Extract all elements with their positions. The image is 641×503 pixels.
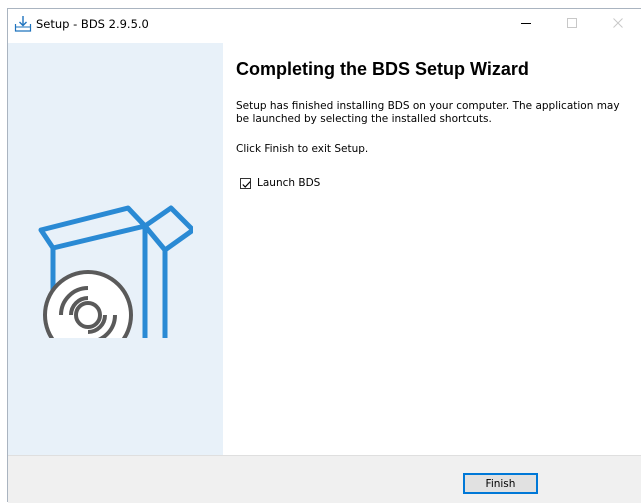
software-box-icon: [38, 205, 193, 338]
page-title: Completing the BDS Setup Wizard: [236, 59, 529, 79]
checkmark-icon: [242, 180, 251, 188]
wizard-banner: [8, 43, 223, 455]
maximize-icon: [566, 17, 578, 32]
minimize-button[interactable]: [503, 9, 549, 39]
window-title: Setup - BDS 2.9.5.0: [36, 17, 149, 31]
launch-bds-checkbox-row[interactable]: Launch BDS: [240, 177, 320, 189]
exit-instruction: Click Finish to exit Setup.: [236, 143, 369, 155]
title-bar[interactable]: Setup - BDS 2.9.5.0: [8, 9, 641, 40]
close-icon: [612, 17, 624, 32]
minimize-icon: [520, 17, 532, 32]
installer-icon: [14, 15, 32, 33]
maximize-button[interactable]: [549, 9, 595, 39]
completion-message: Setup has finished installing BDS on you…: [236, 100, 620, 125]
launch-bds-checkbox[interactable]: [240, 177, 251, 189]
setup-window: Setup - BDS 2.9.5.0 Completing the BDS S…: [7, 8, 641, 503]
finish-button[interactable]: Finish: [463, 473, 538, 494]
launch-bds-label: Launch BDS: [257, 177, 321, 189]
button-bar: Finish: [8, 455, 641, 503]
close-button[interactable]: [595, 9, 641, 39]
